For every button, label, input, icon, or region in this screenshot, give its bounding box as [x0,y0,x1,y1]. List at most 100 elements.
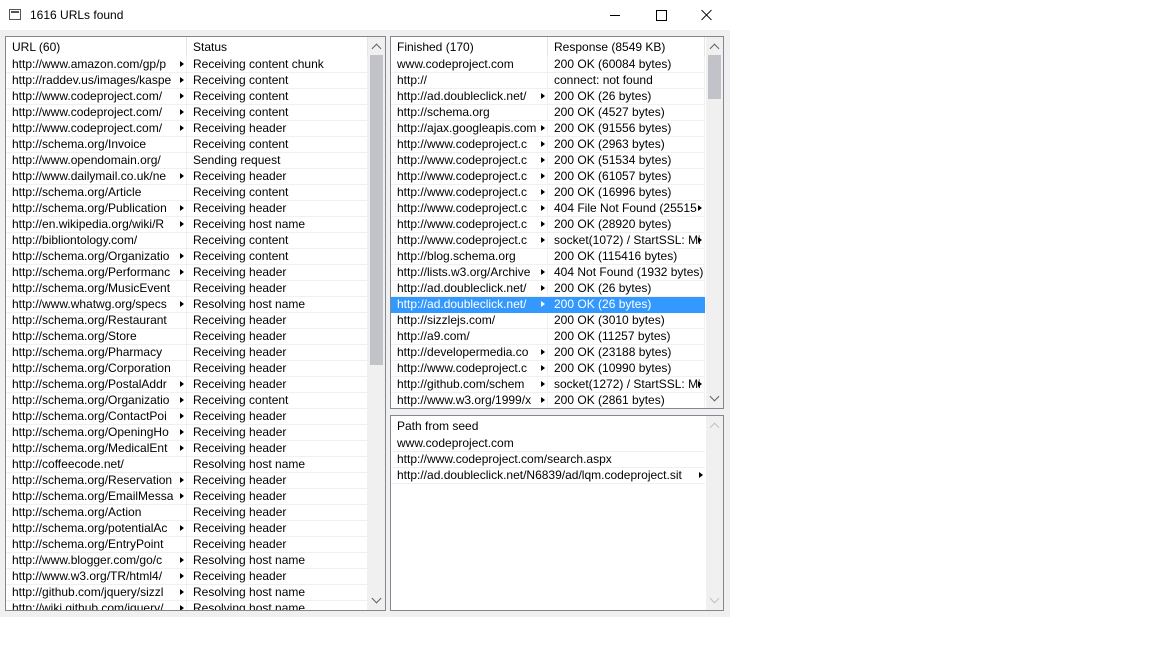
path-from-seed-list[interactable]: Path from seed www.codeproject.com http:/… [390,415,724,611]
window-title: 1616 URLs found [30,8,124,22]
table-row[interactable]: http://github.com/jquery/sizzl Resolving … [6,585,368,601]
minimize-button[interactable] [592,0,638,30]
table-row[interactable]: http://www.codeproject.com/search.aspx [391,452,705,468]
scroll-thumb[interactable] [370,55,383,365]
path-cell: www.codeproject.com [391,436,705,452]
table-row[interactable]: http://www.codeproject.com/Receiving con… [6,89,368,105]
url-cell: http://coffeecode.net/ [6,457,187,473]
table-row[interactable]: http://schema.org/EmailMessa Receiving he… [6,489,368,505]
table-row[interactable]: http://sizzlejs.com/200 OK (3010 bytes) [391,313,705,329]
vertical-scrollbar[interactable] [706,37,723,408]
table-row[interactable]: http://www.whatwg.org/specs Resolving hos… [6,297,368,313]
table-row[interactable]: http://www.codeproject.c 200 OK (61057 by… [391,169,705,185]
table-row[interactable]: http://a9.com/200 OK (11257 bytes) [391,329,705,345]
url-cell: http://www.w3.org/1999/x [391,393,548,408]
table-row[interactable]: http://ad.doubleclick.net/200 OK (26 byt… [391,89,705,105]
url-cell: http://ad.doubleclick.net/ [391,281,548,297]
url-cell: http://schema.org/Article [6,185,187,201]
table-row[interactable]: http://ad.doubleclick.net/200 OK (26 byt… [391,297,705,313]
table-row[interactable]: http://www.codeproject.c 404 File Not Fou… [391,201,705,217]
table-row[interactable]: www.codeproject.com 200 OK (60084 bytes) [391,57,705,73]
table-row[interactable]: http://en.wikipedia.org/wiki/R Receiving … [6,217,368,233]
table-row[interactable]: http://www.codeproject.c 200 OK (10990 by… [391,361,705,377]
table-row[interactable]: http://schema.org/ContactPoi Receiving he… [6,409,368,425]
table-row[interactable]: http://www.w3.org/TR/html4/Receiving hea… [6,569,368,585]
table-row[interactable]: http://schema.org/Organizatio Receiving c… [6,249,368,265]
finished-list[interactable]: Finished (170) Response (8549 KB) www.co… [390,36,724,409]
status-cell: Receiving host name [187,217,368,233]
status-cell: Receiving header [187,329,368,345]
table-row[interactable]: http://www.codeproject.com/Receiving con… [6,105,368,121]
table-row[interactable]: http://connect: not found [391,73,705,89]
scroll-up-button[interactable] [709,420,720,433]
column-header-finished[interactable]: Finished (170) [391,37,548,57]
table-row[interactable]: http://lists.w3.org/Archive 404 Not Found… [391,265,705,281]
table-row[interactable]: http://schema.org/Restaurant Receiving he… [6,313,368,329]
status-cell: Receiving header [187,377,368,393]
table-row[interactable]: http://ad.doubleclick.net/N6839/ad/lqm.c… [391,468,705,484]
table-row[interactable]: http://schema.org/EntryPoint Receiving he… [6,537,368,553]
column-header-response[interactable]: Response (8549 KB) [548,37,705,57]
in-progress-list[interactable]: URL (60) Status http://www.amazon.com/gp… [5,36,386,611]
table-row[interactable]: http://www.codeproject.com/Receiving hea… [6,121,368,137]
table-row[interactable]: http://coffeecode.net/Resolving host nam… [6,457,368,473]
minimize-icon [610,14,620,16]
table-row[interactable]: http://schema.org/OpeningHo Receiving hea… [6,425,368,441]
close-button[interactable] [684,0,730,30]
maximize-button[interactable] [638,0,684,30]
scroll-down-button[interactable] [371,593,382,606]
table-row[interactable]: http://schema.org/Publication Receiving h… [6,201,368,217]
status-cell: Receiving header [187,265,368,281]
column-header-url[interactable]: URL (60) [6,37,187,57]
table-row[interactable]: http://blog.schema.org 200 OK (115416 byt… [391,249,705,265]
table-row[interactable]: www.codeproject.com [391,436,705,452]
table-row[interactable]: http://schema.org/MusicEvent Receiving he… [6,281,368,297]
table-row[interactable]: http://github.com/schem socket(1272) / St… [391,377,705,393]
table-row[interactable]: http://schema.org/Article Receiving conte… [6,185,368,201]
table-row[interactable]: http://ajax.googleapis.com 200 OK (91556 … [391,121,705,137]
table-row[interactable]: http://www.codeproject.c 200 OK (2963 byt… [391,137,705,153]
table-row[interactable]: http://schema.org/Reservation Receiving h… [6,473,368,489]
title-bar[interactable]: 1616 URLs found [0,0,730,30]
url-cell: http://www.dailymail.co.uk/ne [6,169,187,185]
table-row[interactable]: http://www.codeproject.c 200 OK (28920 by… [391,217,705,233]
table-row[interactable]: http://ad.doubleclick.net/200 OK (26 byt… [391,281,705,297]
vertical-scrollbar[interactable] [706,416,723,610]
table-row[interactable]: http://schema.org/Organizatio Receiving c… [6,393,368,409]
table-row[interactable]: http://schema.org/Performanc Receiving he… [6,265,368,281]
table-row[interactable]: http://schema.org/PostalAddr Receiving he… [6,377,368,393]
scroll-up-button[interactable] [371,41,382,54]
table-row[interactable]: http://schema.org/Action Receiving header [6,505,368,521]
table-row[interactable]: http://www.codeproject.c 200 OK (16996 by… [391,185,705,201]
table-row[interactable]: http://schema.org/MedicalEnt Receiving he… [6,441,368,457]
column-header-path[interactable]: Path from seed [391,416,705,436]
response-cell: socket(1272) / StartSSL: Mi [548,377,705,393]
table-row[interactable]: http://www.blogger.com/go/c Resolving hos… [6,553,368,569]
table-row[interactable]: http://schema.org/Corporation Receiving h… [6,361,368,377]
table-row[interactable]: http://www.amazon.com/gp/p Receiving cont… [6,57,368,73]
vertical-scrollbar[interactable] [368,37,385,610]
table-row[interactable]: http://www.codeproject.c socket(1072) / S… [391,233,705,249]
table-row[interactable]: http://www.codeproject.c 200 OK (51534 by… [391,153,705,169]
table-row[interactable]: http://raddev.us/images/kaspe Receiving c… [6,73,368,89]
table-row[interactable]: http://schema.org/potentialAc Receiving h… [6,521,368,537]
table-row[interactable]: http://www.opendomain.org/Sending reques… [6,153,368,169]
url-cell: http://www.codeproject.c [391,201,548,217]
finished-rows: www.codeproject.com 200 OK (60084 bytes) h… [391,57,705,408]
url-cell: http://schema.org/Publication [6,201,187,217]
table-row[interactable]: http://www.dailymail.co.uk/ne Receiving h… [6,169,368,185]
url-cell: http://www.codeproject.c [391,153,548,169]
table-row[interactable]: http://schema.org/Pharmacy Receiving head… [6,345,368,361]
table-row[interactable]: http://schema.org 200 OK (4527 bytes) [391,105,705,121]
column-header-status[interactable]: Status [187,37,368,57]
scroll-down-button[interactable] [709,593,720,606]
table-row[interactable]: http://schema.org/Store Receiving header [6,329,368,345]
scroll-thumb[interactable] [708,55,721,99]
table-row[interactable]: http://www.w3.org/1999/x 200 OK (2861 byt… [391,393,705,408]
table-row[interactable]: http://wiki.github.com/jquery/Resolving … [6,601,368,610]
table-row[interactable]: http://bibliontology.com/Receiving conte… [6,233,368,249]
scroll-down-button[interactable] [709,391,720,404]
table-row[interactable]: http://schema.org/Invoice Receiving conte… [6,137,368,153]
table-row[interactable]: http://developermedia.co 200 OK (23188 by… [391,345,705,361]
scroll-up-button[interactable] [709,41,720,54]
